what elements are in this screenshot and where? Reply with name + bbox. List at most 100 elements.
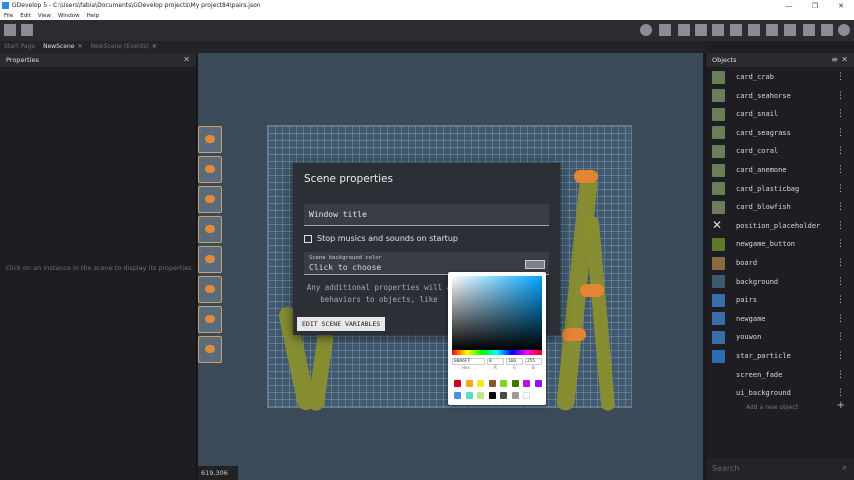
more-options-icon[interactable]: ⋮: [836, 109, 845, 119]
object-item[interactable]: ui_background ⋮: [706, 384, 854, 402]
menu-help[interactable]: Help: [87, 13, 100, 19]
more-options-icon[interactable]: ⋮: [836, 239, 845, 249]
more-options-icon[interactable]: ⋮: [836, 332, 845, 342]
scene-card[interactable]: [198, 216, 222, 243]
object-item[interactable]: youwon ⋮: [706, 328, 854, 346]
scene-card[interactable]: [198, 336, 222, 363]
object-item[interactable]: screen_fade ⋮: [706, 366, 854, 384]
menu-file[interactable]: File: [4, 13, 13, 19]
more-options-icon[interactable]: ⋮: [836, 388, 845, 398]
window-title-input[interactable]: Window title: [304, 204, 549, 226]
object-item[interactable]: card_seagrass ⋮: [706, 124, 854, 142]
grid-icon[interactable]: [821, 24, 833, 36]
scene-card[interactable]: [198, 246, 222, 273]
close-icon[interactable]: ✕: [841, 55, 848, 64]
more-options-icon[interactable]: ⋮: [836, 91, 845, 101]
color-preset-swatch[interactable]: [511, 392, 519, 399]
saturation-value-area[interactable]: [452, 276, 542, 350]
close-icon[interactable]: ✕: [152, 43, 157, 50]
open-project-icon[interactable]: [21, 24, 33, 36]
object-item[interactable]: card_blowfish ⋮: [706, 198, 854, 216]
more-options-icon[interactable]: ⋮: [836, 146, 845, 156]
more-options-icon[interactable]: ⋮: [836, 221, 845, 231]
menu-icon[interactable]: ≡: [831, 55, 838, 64]
menu-window[interactable]: Window: [58, 13, 80, 19]
more-options-icon[interactable]: ⋮: [836, 128, 845, 138]
color-swatch[interactable]: [525, 260, 545, 269]
minimize-button[interactable]: —: [776, 0, 802, 11]
edit-scene-variables-button[interactable]: EDIT SCENE VARIABLES: [297, 317, 386, 331]
object-item[interactable]: card_coral ⋮: [706, 142, 854, 160]
color-preset-swatch[interactable]: [500, 380, 507, 387]
color-preset-swatch[interactable]: [454, 380, 461, 387]
color-preset-swatch[interactable]: [523, 380, 530, 387]
debug-icon[interactable]: [659, 24, 671, 36]
object-item[interactable]: card_seahorse ⋮: [706, 87, 854, 105]
object-item[interactable]: ✕ position_placeholder ⋮: [706, 217, 854, 235]
color-preset-swatch[interactable]: [465, 392, 473, 399]
scene-card[interactable]: [198, 306, 222, 333]
more-options-icon[interactable]: ⋮: [836, 351, 845, 361]
stop-music-checkbox[interactable]: [304, 234, 312, 243]
object-item[interactable]: card_anemone ⋮: [706, 161, 854, 179]
color-preset-swatch[interactable]: [477, 392, 484, 399]
object-item[interactable]: newgame_button ⋮: [706, 235, 854, 253]
color-preset-swatch[interactable]: [477, 380, 484, 387]
scene-card[interactable]: [198, 156, 222, 183]
more-options-icon[interactable]: ⋮: [836, 202, 845, 212]
object-item[interactable]: star_particle ⋮: [706, 347, 854, 365]
stop-music-row[interactable]: Stop musics and sounds on startup: [304, 234, 458, 243]
maximize-button[interactable]: ❐: [802, 0, 828, 11]
redo-icon[interactable]: [748, 24, 760, 36]
scene-card[interactable]: [198, 186, 222, 213]
menu-edit[interactable]: Edit: [20, 13, 31, 19]
project-manager-icon[interactable]: [4, 24, 16, 36]
object-item[interactable]: pairs ⋮: [706, 291, 854, 309]
color-preset-swatch[interactable]: [454, 392, 461, 399]
scene-card[interactable]: [198, 276, 222, 303]
add-new-object-label[interactable]: Add a new object: [746, 404, 798, 411]
object-item[interactable]: card_crab ⋮: [706, 68, 854, 86]
instances-list-icon[interactable]: [784, 24, 796, 36]
more-options-icon[interactable]: ⋮: [836, 184, 845, 194]
g-input[interactable]: 166: [506, 358, 523, 365]
undo-icon[interactable]: [730, 24, 742, 36]
more-options-icon[interactable]: ⋮: [836, 314, 845, 324]
color-preset-swatch[interactable]: [488, 380, 496, 387]
close-window-button[interactable]: ✕: [828, 0, 854, 11]
b-input[interactable]: 255: [525, 358, 542, 365]
more-options-icon[interactable]: ⋮: [836, 72, 845, 82]
object-item[interactable]: background ⋮: [706, 273, 854, 291]
tab-newscene-events[interactable]: NewScene (Events) ✕: [87, 41, 161, 53]
color-preset-swatch[interactable]: [488, 392, 496, 399]
object-item[interactable]: board ⋮: [706, 254, 854, 272]
object-item[interactable]: newgame ⋮: [706, 310, 854, 328]
color-preset-swatch[interactable]: [511, 380, 519, 387]
objects-list-icon[interactable]: [678, 24, 690, 36]
object-item[interactable]: card_snail ⋮: [706, 105, 854, 123]
color-preset-swatch[interactable]: [523, 392, 530, 399]
close-icon[interactable]: ✕: [77, 43, 82, 50]
color-preset-swatch[interactable]: [500, 392, 507, 399]
hex-input[interactable]: 00A6FF: [452, 358, 485, 365]
r-input[interactable]: 0: [487, 358, 504, 365]
more-options-icon[interactable]: ⋮: [836, 370, 845, 380]
close-icon[interactable]: ✕: [183, 55, 190, 64]
history-icon[interactable]: [803, 24, 815, 36]
object-item[interactable]: card_plasticbag ⋮: [706, 180, 854, 198]
menu-view[interactable]: View: [38, 13, 51, 19]
hue-slider[interactable]: [452, 350, 542, 355]
scene-card[interactable]: [198, 126, 222, 153]
more-options-icon[interactable]: ⋮: [836, 258, 845, 268]
color-preset-swatch[interactable]: [465, 380, 473, 387]
edit-icon[interactable]: [712, 24, 724, 36]
properties-icon[interactable]: [695, 24, 707, 36]
tab-start-page[interactable]: Start Page: [0, 41, 39, 53]
color-preset-swatch[interactable]: [534, 380, 542, 387]
more-options-icon[interactable]: ⋮: [836, 277, 845, 287]
preview-play-icon[interactable]: [640, 24, 652, 36]
bg-color-value[interactable]: Click to choose: [309, 263, 381, 272]
tab-newscene[interactable]: NewScene ✕: [39, 41, 86, 53]
zoom-icon[interactable]: [838, 24, 850, 36]
more-options-icon[interactable]: ⋮: [836, 165, 845, 175]
